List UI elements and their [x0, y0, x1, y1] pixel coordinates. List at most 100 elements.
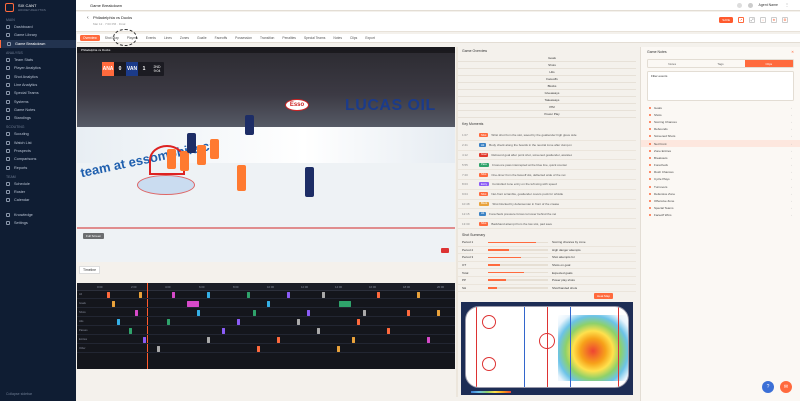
- tab-overview[interactable]: Overview: [80, 35, 100, 41]
- timeline-marker[interactable]: [143, 337, 146, 343]
- timeline-marker[interactable]: [112, 301, 115, 307]
- timeline-marker[interactable]: [377, 292, 380, 298]
- timeline-marker[interactable]: [253, 310, 256, 316]
- sidebar-item-dashboard[interactable]: Dashboard: [0, 23, 76, 31]
- back-arrow-icon[interactable]: ‹: [87, 15, 89, 21]
- timeline-marker[interactable]: [157, 346, 160, 352]
- sidebar-item-player-analytics[interactable]: Player Analytics: [0, 64, 76, 72]
- timeline-marker[interactable]: [337, 346, 340, 352]
- user-name[interactable]: Agent Name: [759, 3, 778, 7]
- help-icon[interactable]: ?: [762, 381, 774, 393]
- timeline-marker[interactable]: [417, 292, 420, 298]
- save-button[interactable]: SAVE: [719, 17, 733, 23]
- sidebar-item-line-analytics[interactable]: Line Analytics: [0, 81, 76, 89]
- rink-heatmap[interactable]: Heat Map: [461, 293, 633, 395]
- sidebar-item-settings[interactable]: Settings: [0, 219, 76, 227]
- event-row[interactable]: 1:07 Shot Wrist shot from the slot, saved …: [458, 131, 636, 141]
- timeline-marker[interactable]: [387, 328, 390, 334]
- event-group-forecheck[interactable]: Forecheck ›: [641, 162, 800, 169]
- event-group-screened-shots[interactable]: Screened Shots ›: [641, 133, 800, 140]
- timeline-row[interactable]: Entries: [77, 336, 455, 344]
- logo[interactable]: SIX CANT HOCKEY ANALYTICS: [0, 0, 76, 15]
- tab-zones[interactable]: Zones: [177, 35, 192, 41]
- tab-goalie[interactable]: Goalie: [194, 35, 210, 41]
- tab-events[interactable]: Events: [143, 35, 159, 41]
- event-group-cycle-plays[interactable]: Cycle Plays ›: [641, 176, 800, 183]
- bookmark-icon[interactable]: ★: [771, 17, 777, 23]
- sidebar-item-calendar[interactable]: Calendar: [0, 196, 76, 204]
- sidebar-item-standings[interactable]: Standings: [0, 114, 76, 122]
- sidebar-item-team-stats[interactable]: Team Stats: [0, 56, 76, 64]
- filter-input[interactable]: Filter events: [647, 71, 794, 101]
- notes-tab-tags[interactable]: Tags: [696, 60, 744, 67]
- fullscreen-button[interactable]: Full Screen: [83, 233, 105, 239]
- timeline-marker[interactable]: [407, 310, 410, 316]
- event-group-goals[interactable]: Goals ›: [641, 104, 800, 111]
- timeline-marker[interactable]: [107, 292, 110, 298]
- record-icon[interactable]: [441, 248, 449, 253]
- event-group-rebounds[interactable]: Rebounds ›: [641, 126, 800, 133]
- timeline-marker[interactable]: [135, 310, 138, 316]
- event-row[interactable]: 10:48 Block Shot blocked by defenseman in …: [458, 200, 636, 210]
- timeline-marker[interactable]: [207, 292, 210, 298]
- event-row[interactable]: 5:55 Pass Cross-ice pass intercepted at th…: [458, 160, 636, 171]
- heatmap-chip[interactable]: Heat Map: [593, 293, 613, 299]
- timeline-row[interactable]: Other: [77, 345, 455, 353]
- timeline-marker[interactable]: [339, 301, 351, 307]
- timeline-marker[interactable]: [167, 319, 170, 325]
- timeline-row[interactable]: All: [77, 291, 455, 299]
- event-group-rush-chances[interactable]: Rush Chances ›: [641, 169, 800, 176]
- chat-icon[interactable]: ✉: [780, 381, 792, 393]
- timeline-marker[interactable]: [129, 328, 132, 334]
- tab-notes[interactable]: Notes: [330, 35, 345, 41]
- timeline-row[interactable]: Goals: [77, 300, 455, 308]
- timeline-marker[interactable]: [139, 292, 142, 298]
- close-icon[interactable]: ✕: [791, 50, 794, 54]
- sidebar-item-comparisons[interactable]: Comparisons: [0, 155, 76, 163]
- video-player[interactable]: Philadelphia vs Ducks Esso LUCAS OIL tea…: [77, 47, 455, 262]
- avatar[interactable]: [747, 2, 753, 8]
- timeline-label[interactable]: Timeline: [79, 266, 101, 274]
- event-group-faceoff-wins[interactable]: Faceoff Wins ›: [641, 212, 800, 219]
- event-group-defensive-zone[interactable]: Defensive Zone ›: [641, 190, 800, 197]
- tab-faceoffs[interactable]: Faceoffs: [212, 35, 231, 41]
- timeline-marker[interactable]: [363, 310, 366, 316]
- event-row[interactable]: 13:30 Shot Backhand attempt from the low s…: [458, 219, 636, 229]
- event-row[interactable]: 9:04 Shot Net-front scramble, goaltender c…: [458, 190, 636, 200]
- event-group-turnovers[interactable]: Turnovers ›: [641, 183, 800, 190]
- sidebar-item-shot-analytics[interactable]: Shot Analytics: [0, 72, 76, 80]
- sidebar-item-game-library[interactable]: Game Library: [0, 31, 76, 39]
- timeline-marker[interactable]: [237, 319, 240, 325]
- event-group-breakouts[interactable]: Breakouts ›: [641, 154, 800, 161]
- event-group-shots[interactable]: Shots ›: [641, 111, 800, 118]
- sidebar-item-knowledge[interactable]: Knowledge: [0, 211, 76, 219]
- timeline-marker[interactable]: [277, 337, 280, 343]
- tab-possession[interactable]: Possession: [232, 35, 255, 41]
- timeline-marker[interactable]: [257, 346, 260, 352]
- timeline-marker[interactable]: [197, 310, 200, 316]
- timeline-marker[interactable]: [297, 319, 300, 325]
- tab-special-teams[interactable]: Special Teams: [301, 35, 328, 41]
- tab-transition[interactable]: Transition: [257, 35, 277, 41]
- sidebar-item-systems[interactable]: Systems: [0, 97, 76, 105]
- event-row[interactable]: 2:41 Hit Body check along the boards in th…: [458, 141, 636, 151]
- timeline-marker[interactable]: [307, 310, 310, 316]
- tab-lines[interactable]: Lines: [161, 35, 175, 41]
- notification-icon[interactable]: [736, 2, 742, 8]
- timeline-marker[interactable]: [352, 337, 355, 343]
- collapse-sidebar[interactable]: Collapse sidebar: [6, 392, 32, 396]
- tab-export[interactable]: Export: [362, 35, 378, 41]
- sidebar-item-reports[interactable]: Reports: [0, 163, 76, 171]
- timeline-row[interactable]: Shots: [77, 309, 455, 317]
- notes-tab-clips[interactable]: Clips: [744, 60, 793, 67]
- event-row[interactable]: 7:20 Shot One-timer from the faceoff dot, …: [458, 170, 636, 180]
- timeline-row[interactable]: Passes: [77, 327, 455, 335]
- event-group-net-front[interactable]: Net Front ›: [641, 139, 800, 148]
- menu-icon[interactable]: ⋮: [784, 2, 790, 8]
- timeline[interactable]: 0:00 2:00 4:00 6:00 8:00 10:00 12:00 14:00 16:00…: [77, 283, 455, 369]
- event-group-zone-entries[interactable]: Zone Entries ›: [641, 147, 800, 154]
- timeline-marker[interactable]: [222, 328, 225, 334]
- tab-penalties[interactable]: Penalties: [279, 35, 299, 41]
- timeline-marker[interactable]: [267, 301, 270, 307]
- timeline-marker[interactable]: [322, 292, 325, 298]
